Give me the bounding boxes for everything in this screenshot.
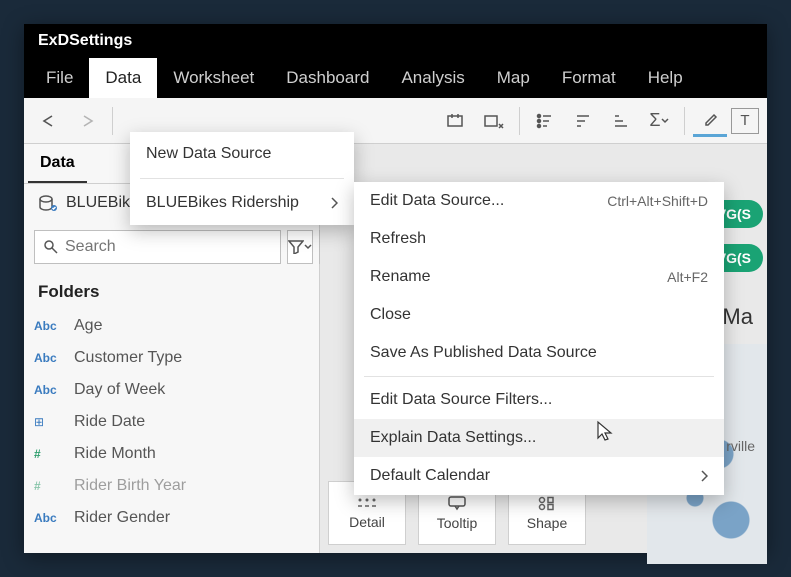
search-icon [43, 239, 59, 255]
detail-icon [356, 496, 378, 510]
menu-separator [140, 178, 344, 179]
tooltip-icon [447, 495, 467, 511]
clear-icon[interactable] [477, 105, 511, 137]
menu-datasource-item[interactable]: BLUEBikes Ridership [130, 181, 354, 225]
menu-new-data-source[interactable]: New Data Source [130, 132, 354, 176]
search-row [24, 222, 319, 272]
menu-help[interactable]: Help [632, 58, 699, 98]
field-age[interactable]: AbcAge [34, 310, 309, 342]
menu-analysis[interactable]: Analysis [385, 58, 480, 98]
sort-desc-icon[interactable] [566, 105, 600, 137]
swap-icon[interactable] [439, 105, 473, 137]
field-list: AbcAge AbcCustomer Type AbcDay of Week ⊞… [24, 310, 319, 534]
window-title: ExDSettings [38, 32, 132, 50]
mouse-cursor [596, 420, 616, 442]
app-window: ExDSettings File Data Worksheet Dashboar… [24, 24, 767, 553]
submenu-edit-filters[interactable]: Edit Data Source Filters... [354, 381, 724, 419]
menu-worksheet[interactable]: Worksheet [157, 58, 270, 98]
tab-data[interactable]: Data [28, 144, 87, 183]
menu-file[interactable]: File [30, 58, 89, 98]
field-rider-gender[interactable]: AbcRider Gender [34, 502, 309, 534]
forward-button[interactable] [70, 105, 104, 137]
folders-header: Folders [24, 272, 319, 310]
highlight-icon[interactable] [693, 105, 727, 137]
data-menu-dropdown: New Data Source BLUEBikes Ridership [130, 132, 354, 225]
menu-map[interactable]: Map [481, 58, 546, 98]
sort-asc-icon[interactable] [528, 105, 562, 137]
totals-icon[interactable]: Σ [642, 105, 676, 137]
datasource-submenu: Edit Data Source... Ctrl+Alt+Shift+D Ref… [354, 182, 724, 495]
search-field[interactable] [65, 238, 272, 256]
submenu-save-published[interactable]: Save As Published Data Source [354, 334, 724, 372]
submenu-rename[interactable]: Rename Alt+F2 [354, 258, 724, 296]
back-button[interactable] [32, 105, 66, 137]
menu-data[interactable]: Data [89, 58, 157, 98]
field-rider-birth-year[interactable]: #Rider Birth Year [34, 470, 309, 502]
funnel-icon [288, 240, 304, 254]
submenu-edit-data-source[interactable]: Edit Data Source... Ctrl+Alt+Shift+D [354, 182, 724, 220]
toolbar-separator [684, 107, 685, 135]
toolbar-separator [519, 107, 520, 135]
map-label: rville [726, 438, 755, 454]
field-day-of-week[interactable]: AbcDay of Week [34, 374, 309, 406]
text-icon[interactable]: T [731, 108, 759, 134]
field-ride-date[interactable]: ⊞Ride Date [34, 406, 309, 438]
submenu-refresh[interactable]: Refresh [354, 220, 724, 258]
menubar: File Data Worksheet Dashboard Analysis M… [24, 58, 767, 98]
submenu-default-calendar[interactable]: Default Calendar [354, 457, 724, 495]
datasource-icon [38, 194, 58, 212]
filter-button[interactable] [287, 230, 313, 264]
submenu-arrow-icon [700, 470, 708, 482]
submenu-close[interactable]: Close [354, 296, 724, 334]
submenu-separator [364, 376, 714, 377]
search-input[interactable] [34, 230, 281, 264]
field-customer-type[interactable]: AbcCustomer Type [34, 342, 309, 374]
menu-format[interactable]: Format [546, 58, 632, 98]
sort-icon[interactable] [604, 105, 638, 137]
shape-icon [537, 495, 557, 511]
menu-dashboard[interactable]: Dashboard [270, 58, 385, 98]
window-titlebar: ExDSettings [24, 24, 767, 58]
submenu-explain-data-settings[interactable]: Explain Data Settings... [354, 419, 724, 457]
field-ride-month[interactable]: #Ride Month [34, 438, 309, 470]
toolbar-separator [112, 107, 113, 135]
submenu-arrow-icon [330, 197, 338, 209]
